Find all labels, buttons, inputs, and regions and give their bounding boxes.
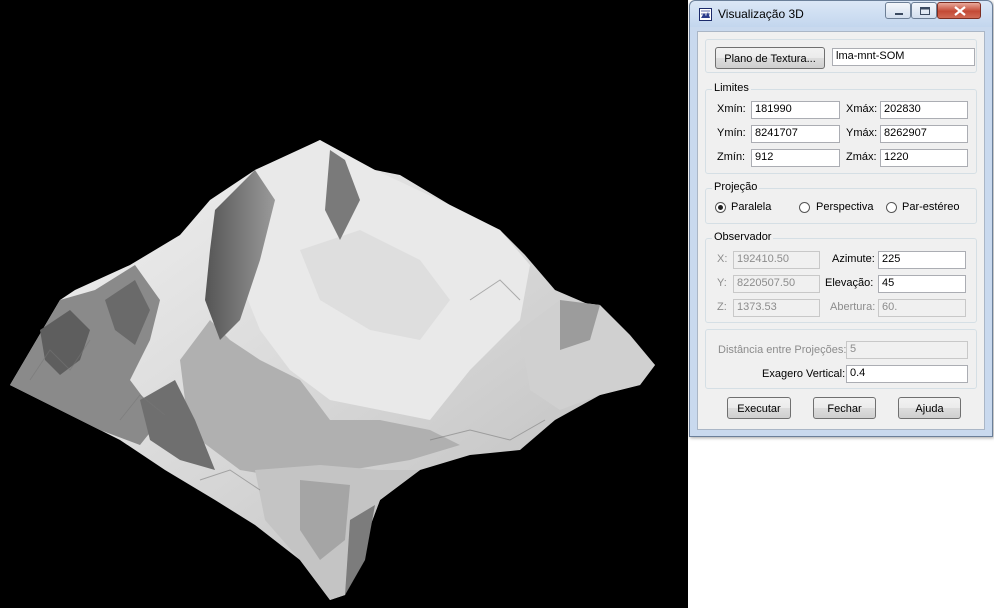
zmax-field[interactable]: 1220	[880, 149, 968, 167]
visualization-3d-dialog: Visualização 3D Plano de Textura... lma-…	[689, 0, 993, 437]
observer-y-label: Y:	[717, 277, 727, 289]
observer-z-field: 1373.53	[733, 299, 820, 317]
observer-z-label: Z:	[717, 301, 727, 313]
maximize-icon	[920, 7, 930, 15]
projection-parallel-radio[interactable]	[715, 202, 726, 213]
close-button[interactable]: Fechar	[813, 397, 876, 419]
zmin-field[interactable]: 912	[751, 149, 840, 167]
distance-field: 5	[846, 341, 968, 359]
elevation-field[interactable]: 45	[878, 275, 966, 293]
xmin-label: Xmín:	[717, 103, 746, 115]
observer-y-field: 8220507.50	[733, 275, 820, 293]
window-title: Visualização 3D	[718, 7, 804, 21]
exaggeration-field[interactable]: 0.4	[846, 365, 968, 383]
azimuth-field[interactable]: 225	[878, 251, 966, 269]
zmin-label: Zmín:	[717, 151, 746, 163]
projection-perspective-label[interactable]: Perspectiva	[816, 201, 873, 213]
texture-plane-button[interactable]: Plano de Textura...	[715, 47, 825, 69]
xmax-label: Xmáx:	[846, 103, 878, 115]
projection-stereo-radio[interactable]	[886, 202, 897, 213]
ymax-field[interactable]: 8262907	[880, 125, 968, 143]
close-window-button[interactable]	[937, 2, 981, 19]
limits-legend: Limites	[712, 82, 751, 94]
minimize-icon	[895, 13, 903, 15]
settings-group: Distância entre Projeções: 5 Exagero Ver…	[705, 329, 977, 389]
ymax-label: Ymáx:	[846, 127, 878, 139]
projection-group: Projeção Paralela Perspectiva Par-estére…	[705, 181, 977, 224]
ymin-field[interactable]: 8241707	[751, 125, 840, 143]
observer-x-field: 192410.50	[733, 251, 820, 269]
execute-button[interactable]: Executar	[727, 397, 791, 419]
help-button[interactable]: Ajuda	[898, 397, 961, 419]
observer-group: Observador X: 192410.50 Azimute: 225 Y: …	[705, 231, 977, 323]
aperture-field: 60.	[878, 299, 966, 317]
projection-parallel-label[interactable]: Paralela	[731, 201, 771, 213]
ymin-label: Ymín:	[717, 127, 746, 139]
elevation-label: Elevação:	[825, 277, 874, 289]
limits-group: Limites Xmín: 181990 Xmáx: 202830 Ymín: …	[705, 82, 977, 174]
observer-x-label: X:	[717, 253, 728, 265]
minimize-button[interactable]	[885, 2, 911, 19]
dialog-client-area: Plano de Textura... lma-mnt-SOM Limites …	[697, 31, 985, 430]
visualization-3d-icon	[699, 8, 712, 21]
xmax-field[interactable]: 202830	[880, 101, 968, 119]
observer-legend: Observador	[712, 231, 774, 243]
title-bar[interactable]: Visualização 3D	[690, 1, 992, 27]
projection-stereo-label[interactable]: Par-estéreo	[902, 201, 959, 213]
azimuth-label: Azimute:	[832, 253, 875, 265]
maximize-button[interactable]	[911, 2, 937, 19]
close-icon	[954, 6, 966, 16]
distance-label: Distância entre Projeções:	[718, 344, 847, 356]
texture-plane-field[interactable]: lma-mnt-SOM	[832, 48, 975, 66]
projection-legend: Projeção	[712, 181, 760, 193]
zmax-label: Zmáx:	[846, 151, 877, 163]
exaggeration-label: Exagero Vertical:	[762, 368, 846, 380]
aperture-label: Abertura:	[830, 301, 876, 313]
projection-perspective-radio[interactable]	[799, 202, 810, 213]
terrain-render	[10, 140, 655, 600]
terrain-3d-view[interactable]	[0, 0, 688, 608]
xmin-field[interactable]: 181990	[751, 101, 840, 119]
texture-group: Plano de Textura... lma-mnt-SOM	[705, 39, 977, 73]
